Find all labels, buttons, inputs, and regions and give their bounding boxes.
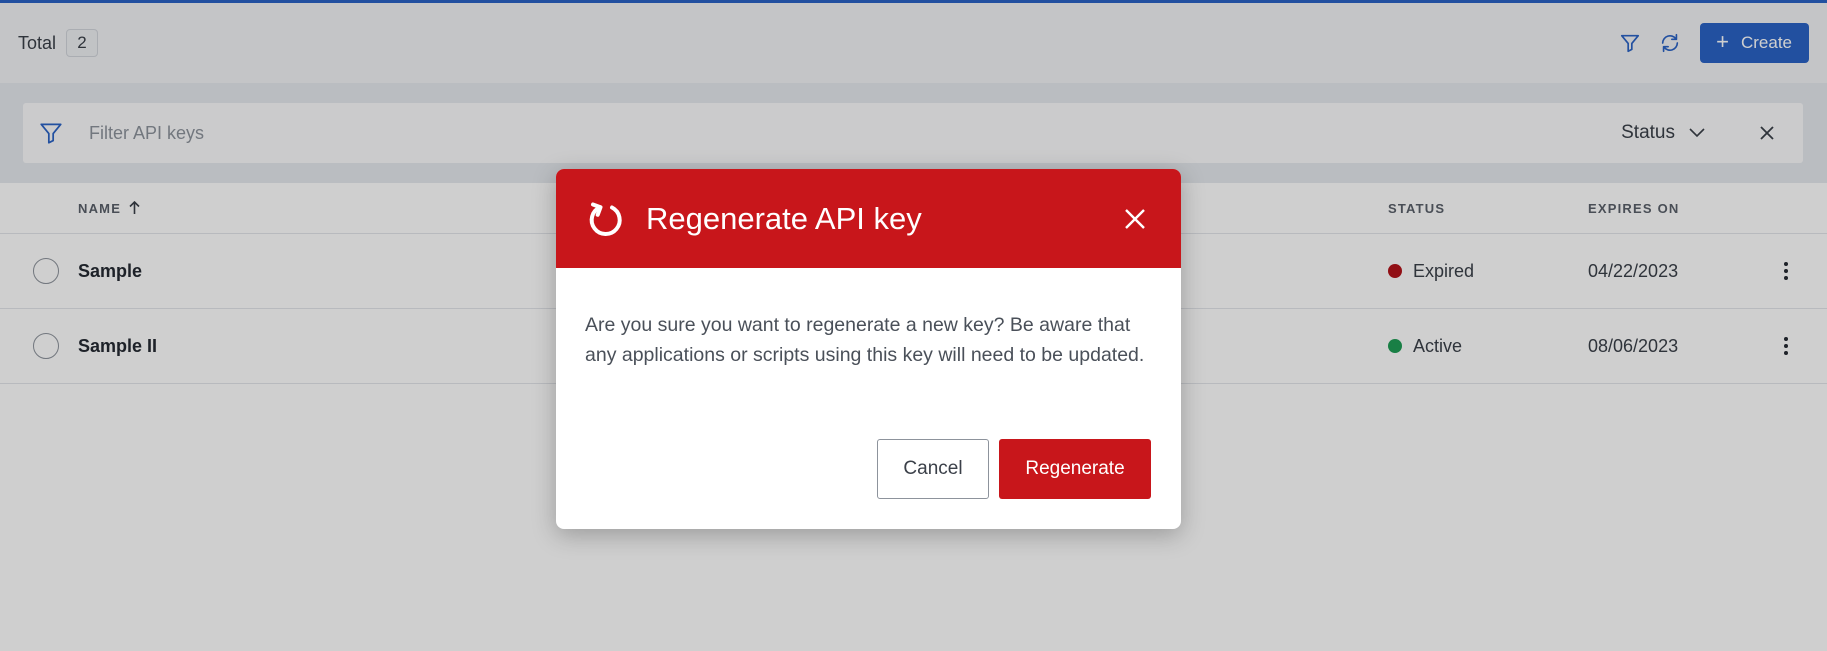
dialog-message: Are you sure you want to regenerate a ne… [585,314,1145,366]
regenerate-api-key-dialog: Regenerate API key Are you sure you want… [556,169,1181,529]
dialog-title: Regenerate API key [646,200,922,236]
close-icon [1125,208,1145,229]
dialog-footer: Cancel Regenerate [877,439,1151,499]
dialog-close-button[interactable] [1121,205,1149,233]
regenerate-button[interactable]: Regenerate [999,439,1151,499]
cancel-button[interactable]: Cancel [877,439,989,499]
dialog-header: Regenerate API key [556,169,1181,268]
refresh-icon [586,199,626,239]
